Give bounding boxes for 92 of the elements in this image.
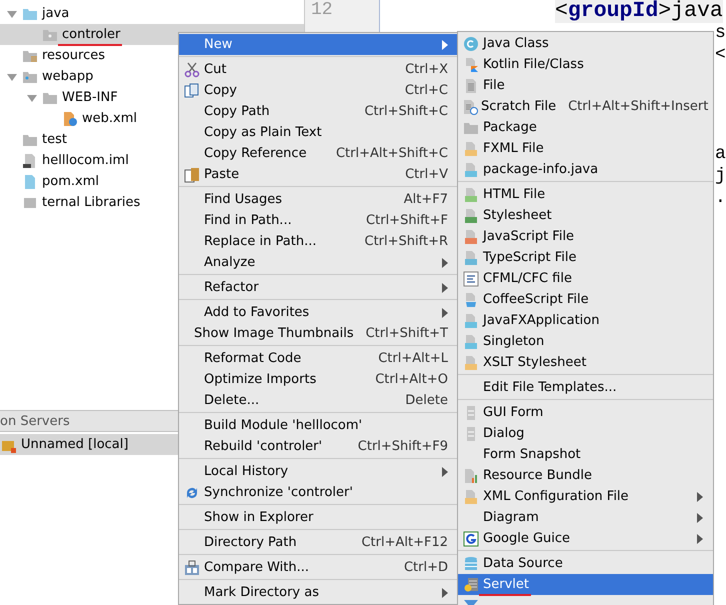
html-file-icon bbox=[463, 186, 479, 202]
copy-icon bbox=[184, 82, 200, 98]
code-line: . bbox=[715, 187, 726, 209]
menu-item[interactable]: Resource Bundle bbox=[458, 465, 713, 486]
menu-item[interactable]: Singleton bbox=[458, 331, 713, 352]
menu-item[interactable]: Copy Path Ctrl+Shift+C bbox=[179, 101, 458, 122]
tree-item[interactable]: web.xml bbox=[82, 111, 137, 126]
menu-item[interactable]: Local History bbox=[179, 461, 458, 482]
scratch-file-icon bbox=[462, 98, 478, 114]
menu-item[interactable]: TypeScript File bbox=[458, 247, 713, 268]
java-file-icon bbox=[463, 334, 479, 350]
menu-item[interactable]: package-info.java bbox=[458, 159, 713, 180]
menu-item[interactable]: Java Class bbox=[458, 33, 713, 54]
menu-item[interactable]: Scratch File Ctrl+Alt+Shift+Insert bbox=[458, 96, 713, 117]
menu-item[interactable]: Replace in Path... Ctrl+Shift+R bbox=[179, 231, 458, 252]
scissors-icon bbox=[184, 62, 200, 78]
menu-item[interactable]: Refactor bbox=[179, 277, 458, 298]
markup-file-icon bbox=[463, 140, 479, 156]
menu-item[interactable]: JavaFXApplication bbox=[458, 310, 713, 331]
menu-item[interactable]: XML Configuration File bbox=[458, 486, 713, 507]
line-number: 12 bbox=[311, 0, 334, 22]
coffee-file-icon bbox=[463, 292, 479, 308]
menu-item[interactable]: Add to Favorites bbox=[179, 302, 458, 323]
menu-item[interactable]: JavaScript File bbox=[458, 226, 713, 247]
menu-item[interactable]: File bbox=[458, 75, 713, 96]
tree-item[interactable]: helllocom.iml bbox=[42, 153, 129, 168]
menu-item[interactable]: Package bbox=[458, 117, 713, 138]
javascript-file-icon bbox=[463, 228, 479, 244]
xml-file-icon bbox=[62, 110, 78, 126]
menu-item[interactable]: Directory Path Ctrl+Alt+F12 bbox=[179, 532, 458, 553]
class-icon bbox=[463, 36, 479, 52]
tree-item[interactable]: webapp bbox=[42, 69, 94, 84]
markup-file-icon bbox=[463, 488, 479, 504]
menu-item[interactable]: CoffeeScript File bbox=[458, 289, 713, 310]
resource-bundle-icon bbox=[463, 468, 479, 484]
compare-icon bbox=[184, 560, 200, 576]
java-file-icon bbox=[463, 162, 479, 178]
menu-item[interactable]: Copy as Plain Text bbox=[179, 122, 458, 143]
menu-item[interactable]: Reformat Code Ctrl+Alt+L bbox=[179, 348, 458, 369]
code-line: s bbox=[715, 22, 726, 44]
menu-item[interactable]: Delete... Delete bbox=[179, 390, 458, 411]
menu-item[interactable]: Synchronize 'controler' bbox=[179, 482, 458, 503]
menu-item[interactable]: Copy Ctrl+C bbox=[179, 80, 458, 101]
menu-item[interactable]: Kotlin File/Class bbox=[458, 54, 713, 75]
code-line: < bbox=[715, 44, 726, 66]
tree-item[interactable]: pom.xml bbox=[42, 174, 99, 189]
menu-item[interactable]: Copy Reference Ctrl+Alt+Shift+C bbox=[179, 143, 458, 164]
markup-file-icon bbox=[463, 354, 479, 370]
servlet-icon bbox=[463, 576, 479, 592]
menu-item[interactable]: New bbox=[179, 34, 458, 55]
tree-item[interactable]: WEB-INF bbox=[62, 90, 118, 105]
menu-item[interactable]: FXML File bbox=[458, 138, 713, 159]
stylesheet-icon bbox=[463, 208, 479, 224]
code-line: j bbox=[715, 165, 726, 187]
menu-item[interactable]: Edit File Templates... bbox=[458, 377, 713, 398]
menu-item[interactable]: Stylesheet bbox=[458, 205, 713, 226]
paste-icon bbox=[184, 166, 200, 182]
menu-item[interactable]: Servlet bbox=[458, 574, 713, 595]
menu-item[interactable]: Find Usages Alt+F7 bbox=[179, 189, 458, 210]
menu-item[interactable]: Diagram bbox=[458, 507, 713, 528]
menu-item[interactable]: Show Image Thumbnails Ctrl+Shift+T bbox=[179, 323, 458, 344]
menu-item[interactable]: Find in Path... Ctrl+Shift+F bbox=[179, 210, 458, 231]
code-line: a bbox=[715, 143, 726, 165]
menu-item[interactable]: Analyze bbox=[179, 252, 458, 273]
menu-item[interactable]: Show in Explorer bbox=[179, 507, 458, 528]
tree-item[interactable]: java bbox=[42, 6, 70, 21]
menu-item[interactable]: XSLT Stylesheet bbox=[458, 352, 713, 373]
tree-item[interactable]: resources bbox=[42, 48, 106, 63]
java-file-icon bbox=[463, 312, 479, 328]
database-icon bbox=[463, 556, 479, 572]
tree-item[interactable]: ternal Libraries bbox=[42, 195, 140, 210]
typescript-file-icon bbox=[463, 250, 479, 266]
guice-icon bbox=[463, 530, 479, 546]
menu-item[interactable]: Paste Ctrl+V bbox=[179, 164, 458, 185]
menu-item[interactable]: CFML/CFC file bbox=[458, 268, 713, 289]
tree-item[interactable]: test bbox=[42, 132, 67, 147]
menu-item[interactable]: Optimize Imports Ctrl+Alt+O bbox=[179, 369, 458, 390]
menu-item[interactable]: Dialog bbox=[458, 423, 713, 444]
tree-item[interactable]: controler bbox=[62, 27, 120, 42]
menu-item[interactable]: Compare With... Ctrl+D bbox=[179, 557, 458, 578]
menu-item[interactable]: Cut Ctrl+X bbox=[179, 59, 458, 80]
kotlin-file-icon bbox=[463, 56, 479, 72]
menu-item[interactable]: Data Source bbox=[458, 553, 713, 574]
maven-file-icon bbox=[22, 174, 38, 190]
menu-item[interactable]: Form Snapshot bbox=[458, 444, 713, 465]
menu-item[interactable]: HTML File bbox=[458, 184, 713, 205]
file-icon bbox=[463, 78, 479, 94]
menu-item[interactable]: Mark Directory as bbox=[179, 582, 458, 603]
menu-item[interactable]: GUI Form bbox=[458, 402, 713, 423]
menu-item[interactable]: Google Guice bbox=[458, 528, 713, 549]
module-file-icon bbox=[22, 152, 38, 168]
cfml-file-icon bbox=[463, 270, 479, 286]
